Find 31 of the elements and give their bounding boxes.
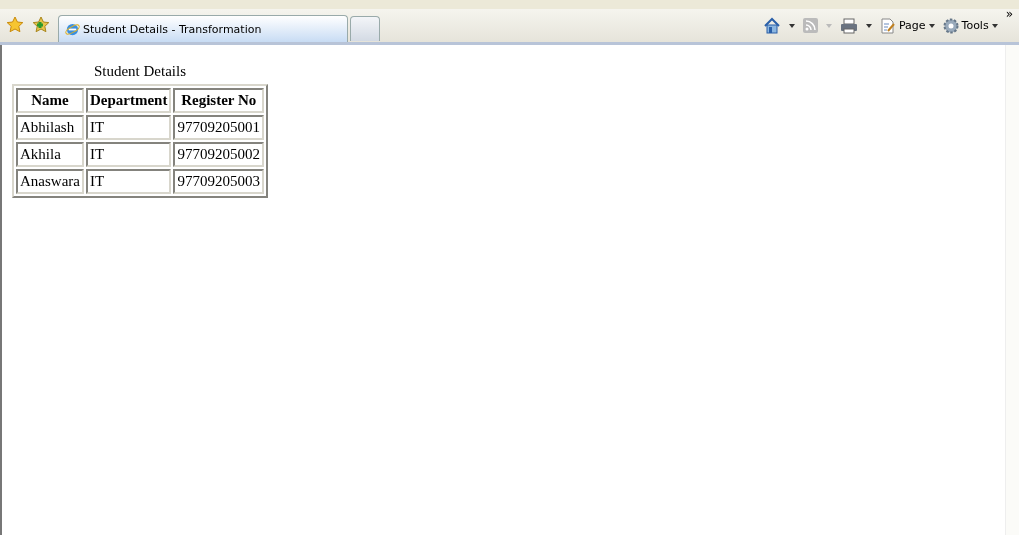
table-cell: 97709205002 [173, 142, 264, 167]
table-cell: Akhila [16, 142, 84, 167]
caret-icon [825, 23, 832, 28]
overflow-chevron[interactable]: » [1005, 7, 1013, 21]
column-header: Register No [173, 88, 264, 113]
gear-icon [942, 17, 959, 34]
new-tab-button[interactable] [350, 16, 380, 41]
browser-logo-icon [65, 21, 80, 37]
printer-icon[interactable] [839, 17, 858, 34]
table-cell: IT [86, 169, 172, 194]
table-cell: 97709205001 [173, 115, 264, 140]
favorites-star-icon[interactable] [6, 16, 24, 34]
caret-icon [928, 23, 935, 28]
add-favorite-icon[interactable] [32, 16, 50, 34]
page-menu-button[interactable]: Page [879, 17, 935, 34]
table-cell: 97709205003 [173, 169, 264, 194]
column-header: Department [86, 88, 172, 113]
caret-icon[interactable] [865, 23, 872, 28]
table-cell: Abhilash [16, 115, 84, 140]
table-caption: Student Details [92, 63, 187, 81]
feed-icon[interactable] [802, 18, 818, 33]
caret-icon [991, 23, 998, 28]
caret-icon[interactable] [788, 23, 795, 28]
browser-tab[interactable]: Student Details - Transformation [58, 15, 348, 42]
table-cell: IT [86, 142, 172, 167]
tools-menu-button[interactable]: Tools [942, 17, 998, 34]
column-header: Name [16, 88, 84, 113]
table-cell: Anaswara [16, 169, 84, 194]
page-icon [879, 17, 896, 34]
home-icon[interactable] [762, 16, 781, 35]
table-cell: IT [86, 115, 172, 140]
